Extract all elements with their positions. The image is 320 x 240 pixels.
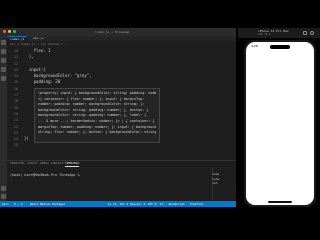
- status-branch[interactable]: main: [2, 201, 9, 207]
- line-number-gutter: 10 11 12 13 14 15 16 17 18 19 20 21 22 2…: [7, 48, 21, 149]
- gear-icon[interactable]: [1, 194, 6, 199]
- line-number: 25: [13, 143, 18, 148]
- code-line[interactable]: [24, 142, 91, 148]
- type-hover-tooltip: (property) input: { backgroundColor: str…: [34, 88, 160, 143]
- window-title: index.js — ThreeApp: [95, 30, 130, 34]
- tab-problems[interactable]: PROBLEMS: [10, 161, 24, 166]
- terminal-list: node node zsh: [212, 172, 219, 186]
- zoom-window-button[interactable]: [13, 30, 16, 33]
- status-time: 4:28: [251, 44, 258, 48]
- account-icon[interactable]: [1, 186, 6, 191]
- tooltip-line: ... 5 more ...; borderRadius: number; }>…: [38, 118, 155, 123]
- dynamic-island: [270, 45, 290, 49]
- breadcrumb[interactable]: src > index.js > [e] styles > ...: [10, 42, 70, 46]
- tab-output[interactable]: OUTPUT: [27, 161, 38, 166]
- tab-app-js[interactable]: App.js: [30, 36, 47, 41]
- status-indentation[interactable]: Spaces: 2: [130, 201, 145, 207]
- tab-index-js[interactable]: index.js: [7, 36, 28, 41]
- close-window-button[interactable]: [3, 30, 6, 33]
- minimize-window-button[interactable]: [8, 30, 11, 33]
- app-screen[interactable]: [246, 42, 314, 205]
- tab-terminal[interactable]: TERMINAL: [65, 161, 80, 167]
- home-icon[interactable]: [303, 31, 307, 35]
- files-icon[interactable]: [1, 40, 6, 45]
- source-control-icon[interactable]: [1, 58, 6, 63]
- status-eol[interactable]: LF: [160, 201, 163, 207]
- tooltip-line: number; padding: number; backgroundColor…: [38, 102, 145, 107]
- extensions-icon[interactable]: [1, 76, 6, 81]
- status-formatter[interactable]: Prettier: [190, 201, 203, 207]
- home-indicator[interactable]: [268, 201, 292, 203]
- status-language[interactable]: JavaScript: [168, 201, 185, 207]
- tab-debug-console[interactable]: DEBUG CONSOLE: [40, 161, 63, 166]
- status-cursor-position[interactable]: Ln 14, Col 4: [108, 201, 128, 207]
- search-icon[interactable]: [1, 49, 6, 54]
- debug-icon[interactable]: [1, 67, 6, 72]
- status-packager[interactable]: React Native Packager: [30, 201, 65, 207]
- status-problems[interactable]: 0 △ 0: [14, 201, 22, 207]
- screenshot-icon[interactable]: [310, 31, 314, 35]
- terminal-list-item[interactable]: node: [212, 172, 219, 177]
- tooltip-line: string; flex: number; }; button: { backg…: [38, 130, 156, 135]
- status-encoding[interactable]: UTF-8: [148, 201, 156, 207]
- terminal-list-item[interactable]: zsh: [212, 181, 219, 186]
- terminal-prompt[interactable]: (base) user@MacBook-Pro ThreeApp %: [10, 173, 79, 178]
- tooltip-line: (property) input: { backgroundColor: str…: [38, 91, 156, 95]
- simulator-os-version: iOS 16.2: [258, 33, 271, 36]
